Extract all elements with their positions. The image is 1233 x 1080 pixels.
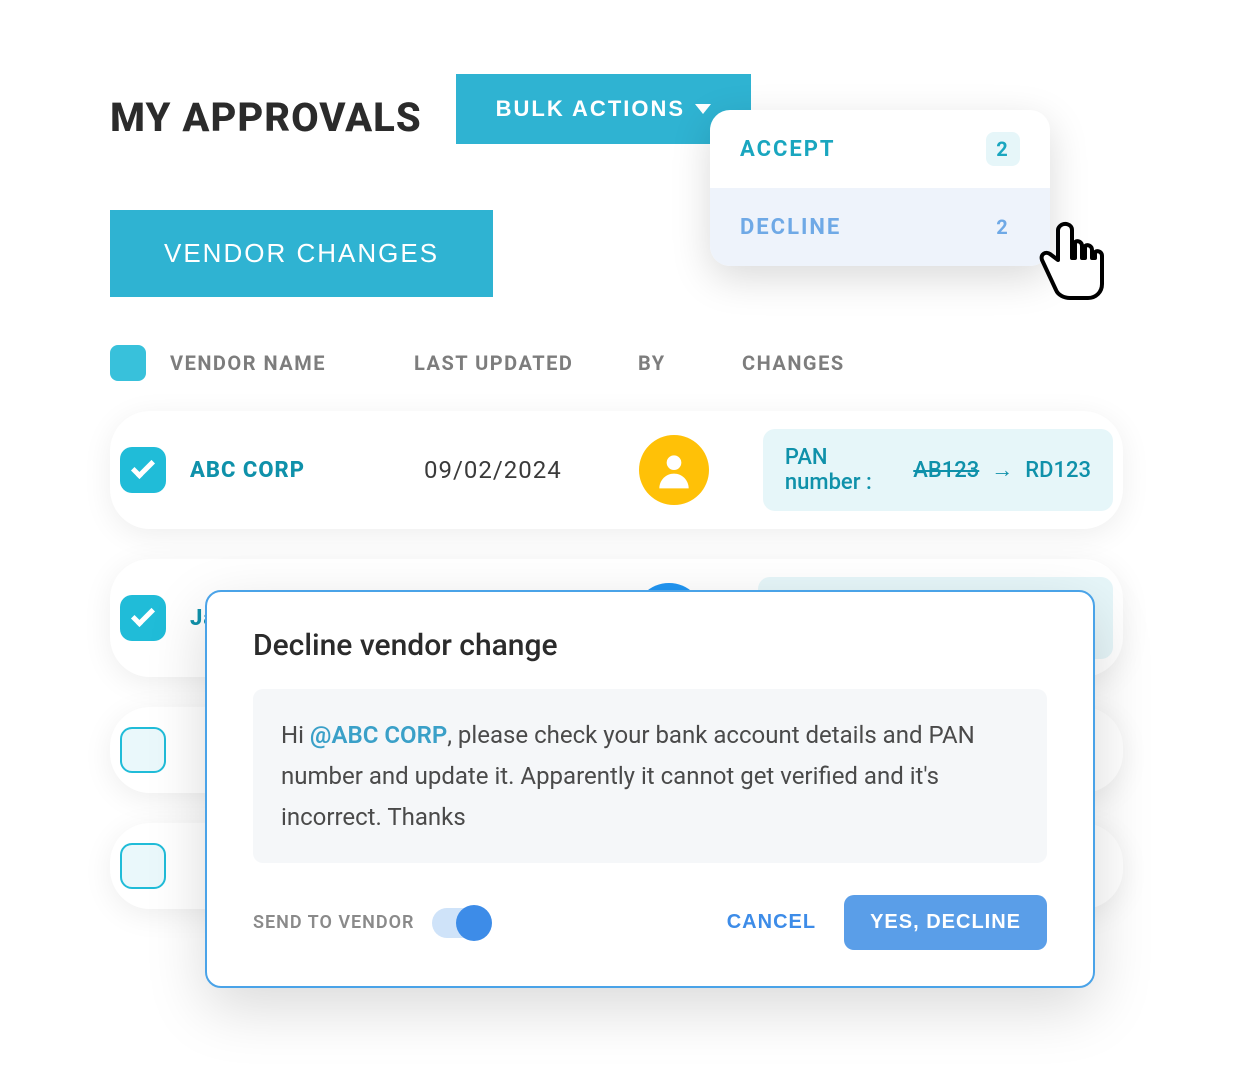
col-vendor-name: VENDOR NAME	[170, 351, 390, 375]
popover-accept[interactable]: ACCEPT 2	[710, 110, 1050, 188]
chevron-down-icon	[695, 104, 711, 114]
page-title: MY APPROVALS	[110, 94, 422, 141]
bulk-actions-button[interactable]: BULK ACTIONS	[456, 74, 751, 144]
dialog-message[interactable]: Hi @ABC CORP, please check your bank acc…	[253, 689, 1047, 863]
bulk-actions-popover: ACCEPT 2 DECLINE 2	[710, 110, 1050, 266]
send-to-vendor-toggle[interactable]	[432, 908, 490, 938]
accept-count-badge: 2	[986, 132, 1020, 166]
dialog-title: Decline vendor change	[253, 628, 1047, 663]
col-by: BY	[638, 351, 718, 375]
dialog-greeting: Hi	[281, 721, 310, 749]
vendor-name: ABC CORP	[190, 458, 400, 483]
select-all-checkbox[interactable]	[110, 345, 146, 381]
row-checkbox[interactable]	[120, 595, 166, 641]
col-last-updated: LAST UPDATED	[414, 351, 614, 375]
table-header: VENDOR NAME LAST UPDATED BY CHANGES	[110, 345, 1123, 381]
col-changes: CHANGES	[742, 351, 1123, 375]
confirm-decline-button[interactable]: YES, DECLINE	[844, 895, 1047, 950]
mention[interactable]: @ABC CORP	[310, 721, 447, 749]
change-old-value: AB123	[913, 458, 979, 483]
cancel-button[interactable]: CANCEL	[727, 911, 816, 934]
row-checkbox[interactable]	[120, 727, 166, 773]
change-label: PAN number :	[785, 445, 905, 495]
popover-decline[interactable]: DECLINE 2	[710, 188, 1050, 266]
decline-dialog: Decline vendor change Hi @ABC CORP, plea…	[205, 590, 1095, 988]
last-updated: 09/02/2024	[424, 456, 615, 484]
row-checkbox[interactable]	[120, 447, 166, 493]
toggle-knob	[456, 905, 492, 941]
row-checkbox[interactable]	[120, 843, 166, 889]
tab-vendor-changes[interactable]: VENDOR CHANGES	[110, 210, 493, 297]
decline-label: DECLINE	[740, 215, 841, 240]
table-row[interactable]: ABC CORP 09/02/2024 PAN number : AB123 →…	[110, 411, 1123, 529]
send-to-vendor-label: SEND TO VENDOR	[253, 912, 414, 933]
arrow-right-icon: →	[991, 457, 1013, 483]
avatar	[639, 435, 709, 505]
change-new-value: RD123	[1025, 458, 1091, 483]
cursor-hand-icon	[1020, 210, 1120, 310]
check-icon	[131, 603, 155, 627]
person-icon	[652, 448, 696, 492]
change-pill: PAN number : AB123 → RD123	[763, 429, 1113, 511]
check-icon	[131, 455, 155, 479]
accept-label: ACCEPT	[740, 137, 836, 162]
bulk-actions-label: BULK ACTIONS	[496, 96, 685, 122]
decline-count-badge: 2	[986, 210, 1020, 244]
